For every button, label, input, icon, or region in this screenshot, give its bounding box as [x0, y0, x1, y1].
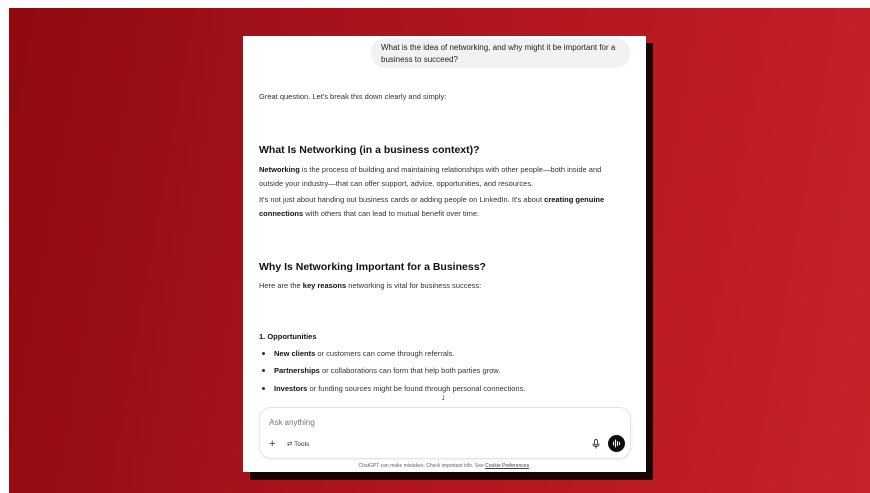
tools-icon: ⇄	[287, 441, 293, 448]
text-mutual-benefit: with others that can lead to mutual bene…	[303, 209, 480, 218]
list-item-text: or customers can come through referrals.	[315, 349, 455, 358]
message-composer: + ⇄ Tools	[259, 407, 631, 459]
list-item-bold: Investors	[274, 384, 308, 393]
disclaimer-end: .	[529, 463, 531, 469]
list-item-bold: New clients	[274, 349, 316, 358]
user-message-text: What is the idea of networking, and why …	[381, 43, 616, 64]
user-message-bubble: What is the idea of networking, and why …	[371, 38, 630, 68]
list-item-text: or collaborations can form that help bot…	[319, 366, 501, 375]
disclaimer-footer: ChatGPT can make mistakes. Check importa…	[243, 463, 646, 469]
tools-label: Tools	[294, 441, 310, 448]
plus-icon[interactable]: +	[269, 438, 275, 450]
text-not-just: It's not just about handing out business…	[259, 195, 545, 204]
list-item: New clients or customers can come throug…	[262, 349, 455, 358]
bold-key-reasons: key reasons	[302, 281, 347, 290]
scroll-down-icon[interactable]: ↓	[441, 392, 446, 402]
ask-anything-input[interactable]	[269, 418, 569, 427]
paragraph-networking-definition: Networking is the process of building an…	[259, 163, 627, 191]
voice-mode-icon	[612, 439, 621, 448]
heading-opportunities: 1. Opportunities	[259, 332, 317, 341]
paragraph-not-just-cards: It's not just about handing out business…	[259, 193, 627, 221]
cookie-preferences-link[interactable]: Cookie Preferences	[485, 463, 529, 469]
voice-mode-button[interactable]	[608, 435, 625, 452]
assistant-intro: Great question. Let's break this down cl…	[259, 92, 447, 101]
text-vital: networking is vital for business success…	[346, 281, 482, 290]
list-item: Investors or funding sources might be fo…	[261, 384, 526, 393]
list-item-bold: Partnerships	[274, 366, 320, 375]
microphone-icon[interactable]	[592, 439, 600, 449]
paragraph-key-reasons: Here are the key reasons networking is v…	[259, 279, 627, 293]
disclaimer-text: ChatGPT can make mistakes. Check importa…	[358, 463, 486, 469]
chat-window: What is the idea of networking, and why …	[243, 36, 646, 472]
heading-why-important: Why Is Networking Important for a Busine…	[259, 261, 486, 273]
tools-button[interactable]: ⇄ Tools	[287, 440, 309, 448]
text-definition: is the process of building and maintaini…	[259, 165, 602, 188]
list-item-text: or funding sources might be found throug…	[307, 384, 526, 393]
text-here-are: Here are the	[259, 281, 303, 290]
bold-networking: Networking	[259, 165, 300, 174]
list-item: Partnerships or collaborations can form …	[261, 366, 501, 375]
heading-what-is-networking: What Is Networking (in a business contex…	[259, 144, 480, 156]
